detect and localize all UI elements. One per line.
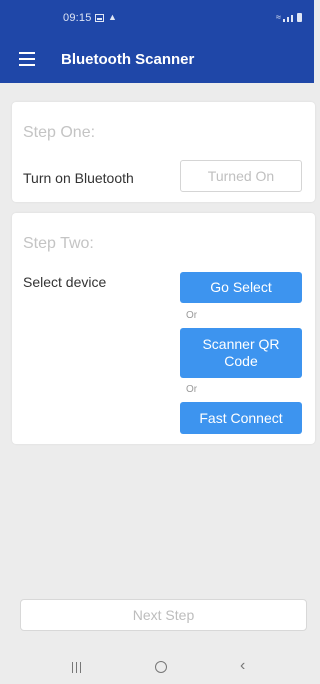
status-time: 09:15 — [63, 12, 92, 24]
recent-apps-icon[interactable] — [72, 662, 81, 673]
go-select-button[interactable]: Go Select — [180, 272, 302, 303]
turn-on-bluetooth-label: Turn on Bluetooth — [23, 170, 134, 186]
system-nav-bar: ‹ — [0, 648, 314, 684]
app-screen: 09:15 ▲ ≈ Bluetooth Scanner Step One: Tu… — [0, 0, 315, 684]
gallery-notification-icon — [95, 14, 104, 22]
status-bar: 09:15 ▲ ≈ — [0, 0, 314, 38]
hamburger-menu-icon[interactable] — [19, 52, 35, 66]
next-step-button[interactable]: Next Step — [20, 599, 307, 631]
battery-icon — [297, 13, 302, 22]
step-two-card: Step Two: Select device Go Select Or Sca… — [12, 213, 315, 444]
or-separator: Or — [186, 310, 198, 321]
signal-icon — [283, 19, 285, 22]
scanner-qr-code-button[interactable]: Scanner QR Code — [180, 328, 302, 378]
select-device-label: Select device — [23, 274, 107, 290]
app-title: Bluetooth Scanner — [61, 51, 195, 68]
app-bar: Bluetooth Scanner — [0, 38, 314, 83]
wifi-icon: ≈ — [276, 12, 281, 22]
app-notification-icon: ▲ — [108, 12, 117, 22]
fast-connect-button[interactable]: Fast Connect — [180, 402, 302, 434]
step-one-card: Step One: Turn on Bluetooth Turned On — [12, 102, 315, 202]
back-icon[interactable]: ‹ — [240, 658, 245, 674]
turned-on-button[interactable]: Turned On — [180, 160, 302, 192]
status-icons: ≈ — [276, 12, 302, 22]
home-icon[interactable] — [155, 661, 167, 673]
or-separator: Or — [186, 384, 198, 395]
step-one-title: Step One: — [23, 124, 96, 141]
step-two-title: Step Two: — [23, 235, 94, 252]
